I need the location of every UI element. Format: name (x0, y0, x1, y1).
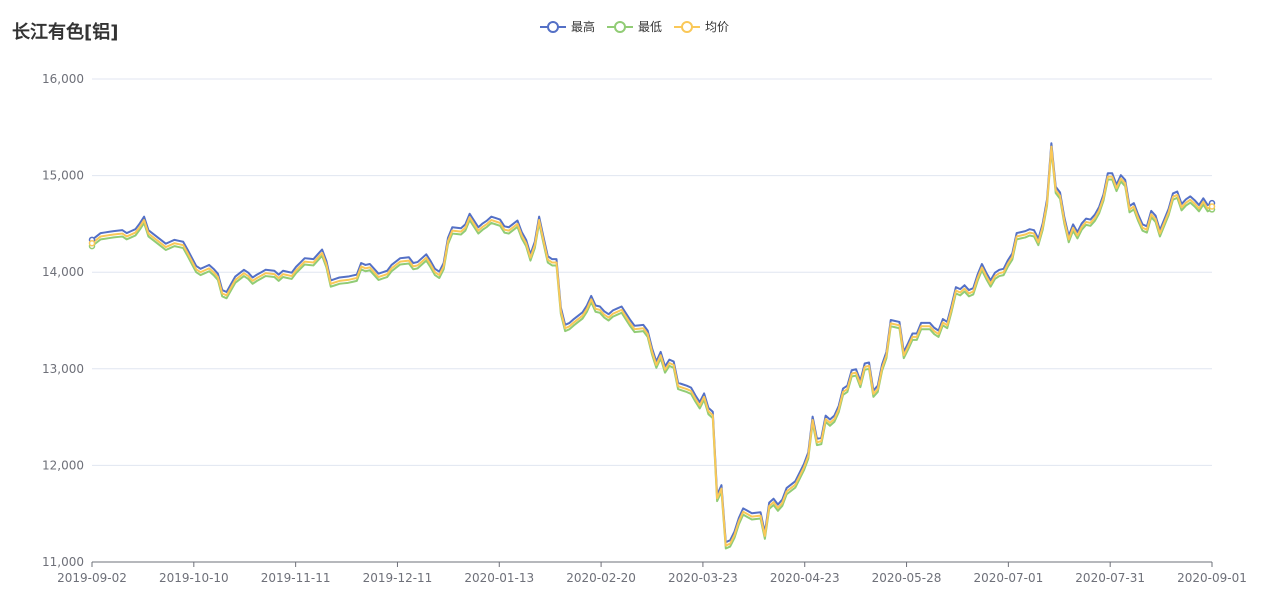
series-lines (88, 142, 1216, 550)
y-tick-label: 15,000 (42, 169, 84, 183)
series-end-point[interactable] (88, 239, 96, 247)
x-tick-label: 2020-05-28 (872, 571, 942, 585)
x-tick-label: 2020-01-13 (464, 571, 534, 585)
x-tick-label: 2020-07-31 (1075, 571, 1145, 585)
y-tick-label: 14,000 (42, 265, 84, 279)
y-tick-label: 11,000 (42, 555, 84, 569)
x-tick-label: 2020-07-01 (973, 571, 1043, 585)
x-tick-label: 2019-10-10 (159, 571, 229, 585)
y-tick-label: 12,000 (42, 458, 84, 472)
x-tick-label: 2020-04-23 (770, 571, 840, 585)
x-tick-label: 2019-09-02 (57, 571, 127, 585)
x-tick-label: 2020-03-23 (668, 571, 738, 585)
x-tick-label: 2020-09-01 (1177, 571, 1247, 585)
y-tick-label: 13,000 (42, 362, 84, 376)
series-end-point[interactable] (1208, 203, 1216, 210)
x-tick-label: 2019-12-11 (363, 571, 433, 585)
series-line-0 (91, 142, 1213, 544)
x-tick-label: 2019-11-11 (261, 571, 331, 585)
y-tick-label: 16,000 (42, 72, 84, 86)
line-chart: 11,000 12,000 13,000 14,000 15,000 16,000 2019… (42, 72, 1247, 585)
x-tick-label: 2020-02-20 (566, 571, 636, 585)
